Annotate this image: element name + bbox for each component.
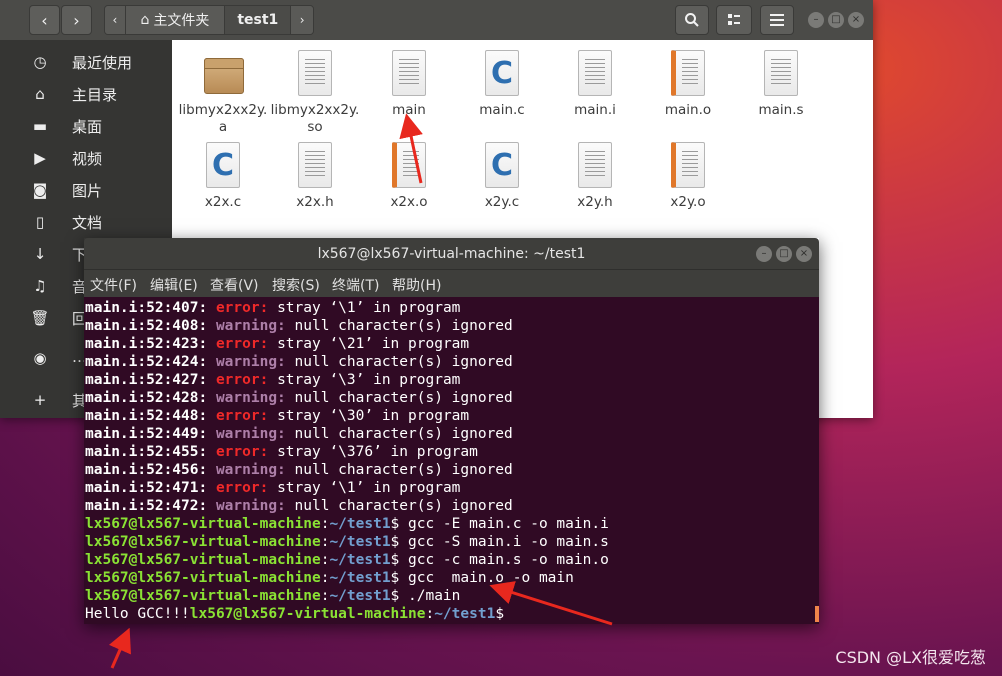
arrow-to-hello-output	[108, 627, 131, 669]
arrow-to-run-command	[489, 581, 613, 626]
annotation-arrows	[108, 113, 613, 669]
arrow-to-main-file	[399, 113, 423, 184]
watermark: CSDN @LX很爱吃葱	[835, 648, 986, 667]
